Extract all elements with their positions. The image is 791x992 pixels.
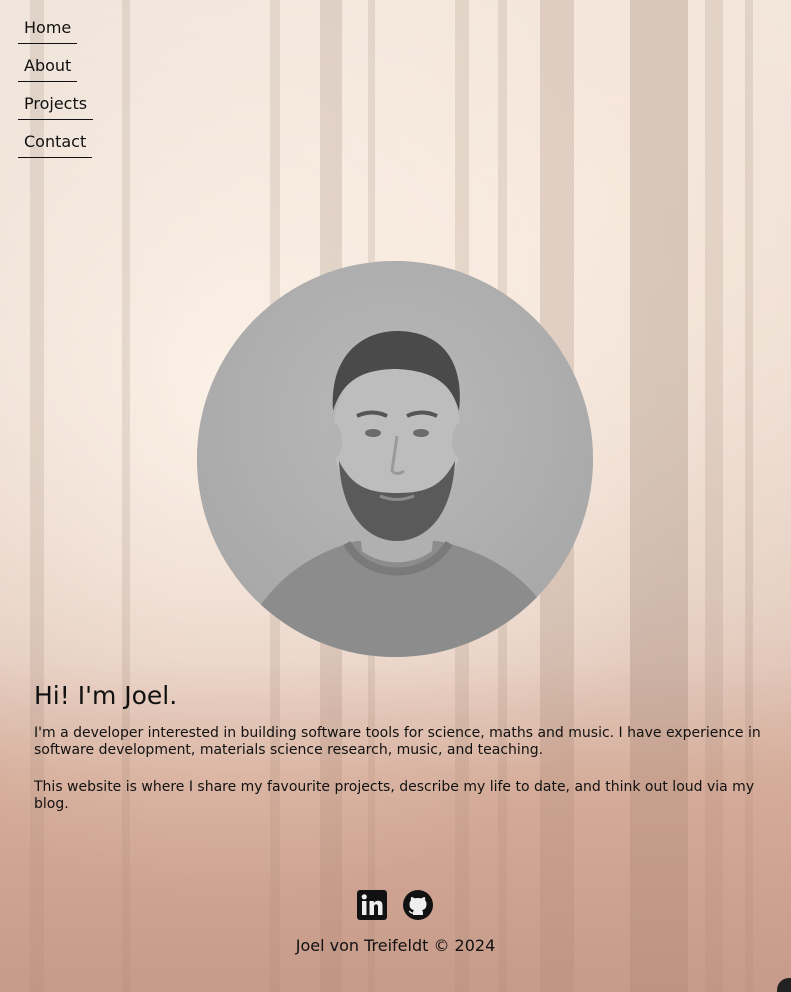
intro-paragraph: I'm a developer interested in building s…	[34, 725, 761, 758]
website-paragraph: This website is where I share my favouri…	[34, 779, 755, 812]
github-link[interactable]	[403, 890, 433, 920]
linkedin-icon	[357, 890, 387, 920]
nav-about-link[interactable]: About	[18, 53, 78, 82]
linkedin-link[interactable]	[357, 890, 387, 920]
github-icon	[403, 890, 433, 920]
intro-heading: Hi! I'm Joel.	[34, 681, 178, 710]
nav-projects-link[interactable]: Projects	[18, 91, 94, 120]
footer-copyright: Joel von Treifeldt © 2024	[295, 936, 496, 955]
portrait-illustration	[197, 261, 593, 657]
main-nav: Home About Projects Contact	[18, 15, 94, 167]
intro-section: Hi! I'm Joel. I'm a developer interested…	[34, 681, 764, 833]
nav-contact-link[interactable]: Contact	[18, 129, 93, 158]
profile-photo	[197, 261, 593, 657]
nav-home-link[interactable]: Home	[18, 15, 78, 44]
social-links	[357, 890, 433, 920]
